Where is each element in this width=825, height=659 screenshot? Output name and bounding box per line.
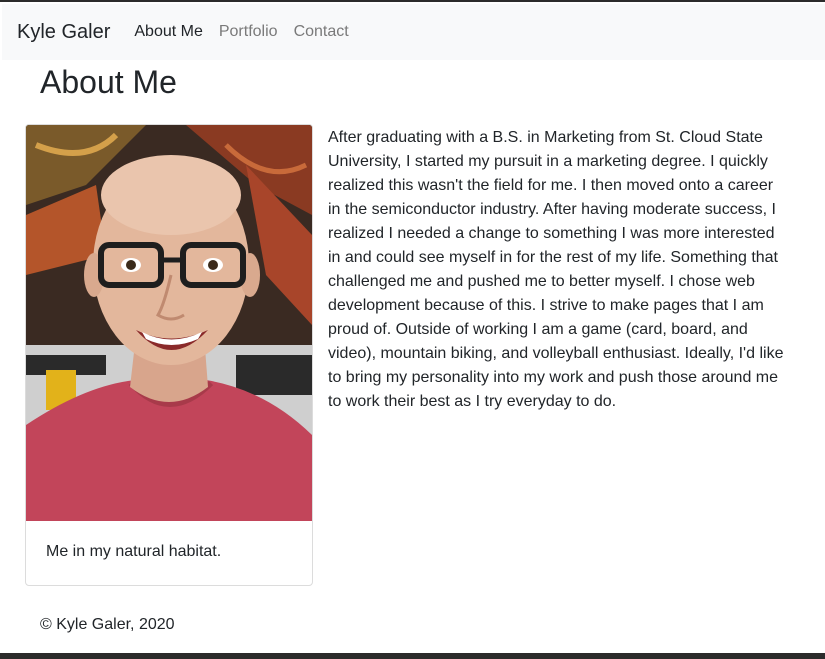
nav-link-contact[interactable]: Contact bbox=[294, 23, 349, 41]
photo-caption: Me in my natural habitat. bbox=[46, 543, 222, 560]
browser-viewport: Kyle Galer About Me Portfolio Contact Ab… bbox=[0, 0, 825, 653]
navbar: Kyle Galer About Me Portfolio Contact bbox=[2, 4, 825, 60]
profile-card: Me in my natural habitat. bbox=[25, 124, 313, 586]
page-title: About Me bbox=[40, 64, 177, 100]
nav-link-about-me[interactable]: About Me bbox=[134, 23, 202, 41]
footer-copyright: © Kyle Galer, 2020 bbox=[40, 616, 175, 633]
bio-paragraph: After graduating with a B.S. in Marketin… bbox=[328, 129, 784, 410]
brand-link[interactable]: Kyle Galer bbox=[17, 21, 110, 44]
profile-photo bbox=[26, 125, 312, 521]
nav-link-portfolio[interactable]: Portfolio bbox=[219, 23, 278, 41]
